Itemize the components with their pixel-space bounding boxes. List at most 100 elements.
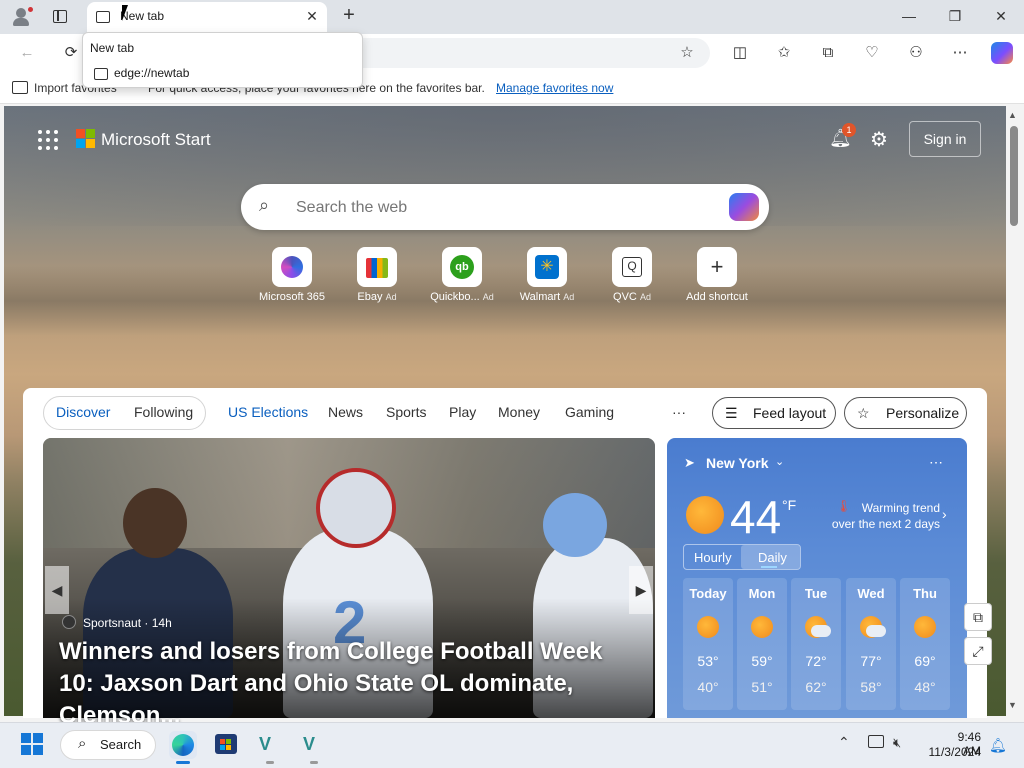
newtab-page-icon	[96, 11, 110, 23]
network-icon[interactable]	[868, 735, 884, 748]
forecast-high: 77°	[860, 653, 882, 669]
carousel-next-button[interactable]: ▶	[629, 566, 653, 614]
tab-sports[interactable]: Sports	[386, 404, 426, 420]
app-launcher-icon[interactable]	[38, 130, 58, 150]
tab-gaming[interactable]: Gaming	[565, 404, 614, 420]
chevron-down-icon[interactable]: ⌄	[775, 455, 784, 468]
shortcut-microsoft-365[interactable]	[272, 247, 312, 287]
shortcut-label: Add shortcut	[686, 291, 748, 303]
shortcut-label: Ebay Ad	[357, 291, 397, 303]
import-favorites-icon	[12, 81, 28, 94]
microsoft-store-icon[interactable]	[215, 734, 237, 754]
weather-city[interactable]: New York	[706, 455, 769, 471]
sparkle-star-icon: ☆	[857, 405, 870, 421]
notification-badge: 1	[842, 123, 856, 137]
windows-start-icon[interactable]	[21, 733, 43, 755]
more-menu-icon[interactable]: ⋯	[949, 42, 971, 64]
tab-us-elections[interactable]: US Elections	[228, 404, 308, 420]
shopping-bag-icon	[366, 258, 388, 278]
sign-in-button[interactable]: Sign in	[909, 121, 981, 157]
back-arrow-icon[interactable]: ←	[16, 42, 38, 64]
edge-browser-icon[interactable]	[169, 731, 197, 759]
sun-icon	[697, 616, 719, 638]
copilot-search-icon[interactable]	[729, 193, 759, 221]
forecast-low: 40°	[697, 679, 719, 695]
feed-layout-button[interactable]: ☰ Feed layout	[712, 397, 836, 429]
tab-discover[interactable]: Discover	[56, 404, 110, 420]
forecast-low: 58°	[860, 679, 882, 695]
shortcut-ebay[interactable]	[357, 247, 397, 287]
tab-news[interactable]: News	[328, 404, 363, 420]
minimize-button[interactable]: —	[894, 4, 924, 28]
copilot-icon[interactable]	[991, 42, 1013, 64]
sun-icon	[914, 616, 936, 638]
restore-button[interactable]: ❐	[940, 4, 970, 28]
tab-money[interactable]: Money	[498, 404, 540, 420]
tab-hourly[interactable]: Hourly	[694, 550, 732, 565]
shortcut-quickbooks[interactable]: qb	[442, 247, 482, 287]
manage-favorites-link[interactable]: Manage favorites now	[496, 81, 613, 95]
favorites-icon[interactable]: ✩	[773, 42, 795, 64]
favorite-star-icon[interactable]: ☆	[676, 42, 698, 64]
chevron-right-icon[interactable]: ›	[942, 506, 947, 522]
expand-icon[interactable]: ⤢	[964, 637, 992, 665]
search-icon: ⌕	[78, 735, 87, 752]
search-input[interactable]	[296, 197, 696, 219]
tooltip-url: edge://newtab	[114, 66, 190, 80]
microsoft-365-icon	[281, 256, 303, 278]
tab-daily[interactable]: Daily	[758, 550, 787, 565]
visual-studio-icon[interactable]: V	[259, 734, 283, 756]
hero-source: Sportsnaut · 14h	[83, 616, 172, 630]
microsoft-start-brand[interactable]: Microsoft Start	[101, 130, 211, 150]
hero-headline[interactable]: Winners and losers from College Football…	[59, 636, 639, 732]
tab-play[interactable]: Play	[449, 404, 476, 420]
profile-icon[interactable]	[12, 7, 33, 27]
volume-icon[interactable]: 🔇︎	[893, 735, 901, 751]
collections-icon[interactable]: ⧉	[817, 42, 839, 64]
extensions-icon[interactable]: ⚇	[905, 42, 927, 64]
tooltip-title: New tab	[90, 41, 135, 55]
settings-gear-icon[interactable]: ⚙	[870, 127, 888, 152]
close-window-button[interactable]: ✕	[986, 4, 1016, 28]
page-image-icon[interactable]: ⧉	[964, 603, 992, 631]
scroll-thumb[interactable]	[1010, 126, 1018, 226]
browser-essentials-icon[interactable]: ♡	[861, 42, 883, 64]
weather-trend: Warming trend over the next 2 days	[831, 501, 940, 531]
tab-following[interactable]: Following	[134, 404, 193, 420]
close-tab-icon[interactable]: ✕	[304, 8, 320, 24]
tab-actions-icon[interactable]	[53, 10, 67, 23]
sun-icon	[751, 616, 773, 638]
temperature-unit[interactable]: °F	[782, 497, 796, 513]
carousel-prev-button[interactable]: ◀	[45, 566, 69, 614]
walmart-spark-icon: ✳	[535, 255, 559, 279]
source-logo-icon	[62, 615, 76, 629]
shortcut-qvc[interactable]: Q	[612, 247, 652, 287]
refresh-icon[interactable]: ⟳	[60, 42, 82, 64]
notification-center-icon[interactable]: 🔔︎	[989, 737, 1007, 754]
taskbar-date[interactable]: 11/3/2024	[925, 745, 982, 759]
current-temperature: 44	[730, 491, 782, 543]
split-screen-icon[interactable]: ◫	[729, 42, 751, 64]
personalize-button[interactable]: ☆ Personalize	[844, 397, 967, 429]
visual-studio-icon[interactable]: V	[303, 734, 327, 756]
new-tab-button[interactable]: +	[339, 5, 359, 26]
helmet-figure-right	[543, 493, 607, 557]
shortcut-label: QVC Ad	[613, 291, 651, 303]
forecast-day-name: Tue	[804, 586, 828, 601]
forecast-low: 51°	[751, 679, 773, 695]
scroll-up-arrow[interactable]: ▲	[1008, 110, 1017, 120]
microsoft-logo-icon	[76, 129, 96, 149]
personalize-label: Personalize	[886, 405, 960, 421]
scroll-down-arrow[interactable]: ▼	[1008, 700, 1017, 710]
daily-underline	[761, 566, 777, 568]
search-icon: ⌕	[259, 195, 270, 215]
forecast-high: 59°	[751, 653, 773, 669]
chevron-up-icon[interactable]: ⌃	[838, 734, 850, 751]
weather-more-icon[interactable]: ⋯	[929, 454, 943, 471]
shortcut-walmart[interactable]: ✳	[527, 247, 567, 287]
add-shortcut-button[interactable]: +	[697, 247, 737, 287]
forecast-day-name: Wed	[857, 586, 885, 601]
sun-icon	[686, 496, 724, 534]
location-arrow-icon: ➤	[684, 455, 695, 470]
more-tabs-button[interactable]: ···	[672, 404, 686, 420]
